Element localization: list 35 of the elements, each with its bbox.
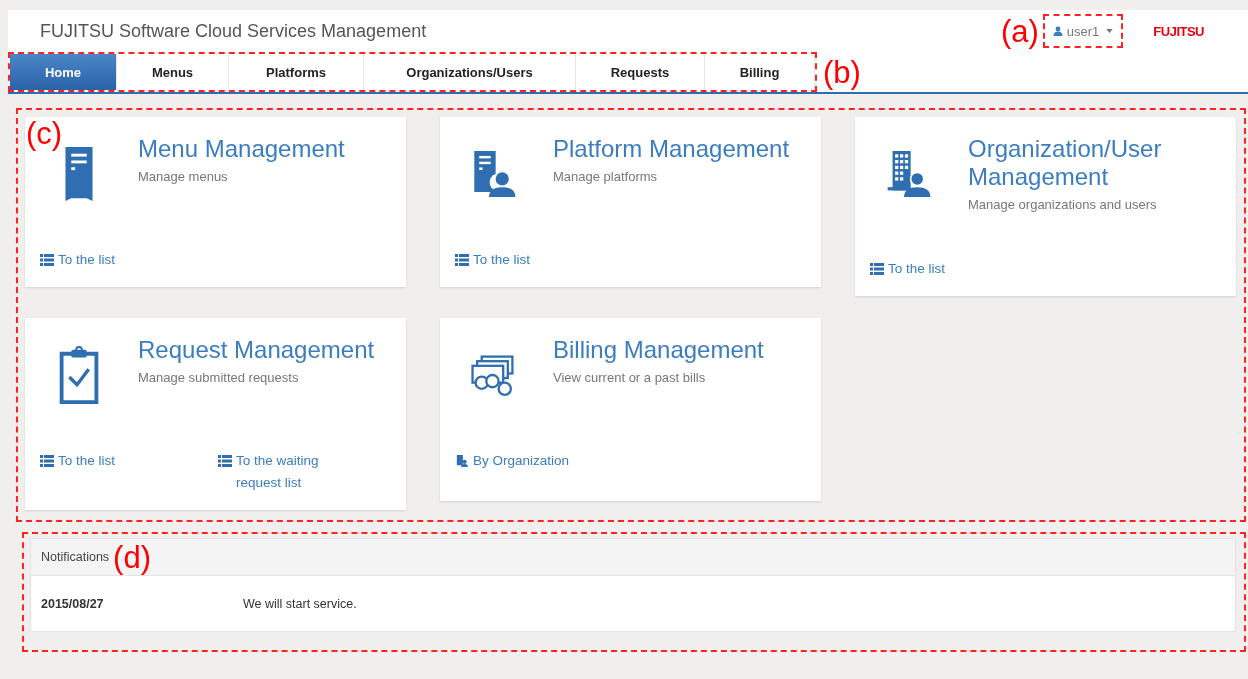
app-title: FUJITSU Software Cloud Services Management — [40, 20, 427, 42]
caret-icon — [1106, 29, 1114, 33]
annotation-label: (d) — [113, 541, 151, 573]
annotation-label: (a) — [1000, 15, 1039, 47]
notification-message: We will start service. — [243, 596, 357, 611]
list-icon — [870, 263, 884, 275]
card-description: Manage submitted requests — [138, 370, 300, 385]
user-menu-button[interactable]: user1 — [1042, 14, 1124, 48]
nav-tab[interactable]: Home — [10, 54, 117, 90]
annotation-label: (b) — [823, 56, 861, 88]
panel-title: Notifications — [41, 550, 110, 564]
card-title: Platform Management — [553, 135, 790, 163]
list-icon — [218, 455, 232, 467]
card-link[interactable]: To the list — [40, 450, 218, 494]
list-icon — [40, 254, 54, 266]
building-user-icon — [455, 455, 469, 467]
annotation-label: (c) — [26, 118, 63, 149]
card-link[interactable]: To the list — [455, 249, 645, 271]
card-description: View current or a past bills — [553, 370, 707, 385]
list-icon — [455, 254, 469, 266]
card-link[interactable]: To the list — [40, 249, 230, 271]
card-description: Manage organizations and users — [968, 197, 1158, 212]
card-title: Request Management — [138, 336, 375, 364]
user-icon — [1052, 26, 1063, 36]
card-description: Manage platforms — [553, 169, 659, 184]
logo: FUJITSU — [1153, 23, 1204, 39]
list-icon — [40, 455, 54, 467]
card-link[interactable]: By Organization — [455, 450, 645, 472]
card-description: Manage menus — [138, 169, 229, 184]
card-title: Billing Management — [553, 336, 764, 364]
card-link[interactable]: To the waiting request list — [218, 450, 396, 494]
card-title: Menu Management — [138, 135, 345, 163]
card-link[interactable]: To the list — [870, 258, 1060, 280]
notification-date: 2015/08/27 — [41, 596, 105, 611]
card-title: Organization/User Management — [968, 135, 1163, 191]
